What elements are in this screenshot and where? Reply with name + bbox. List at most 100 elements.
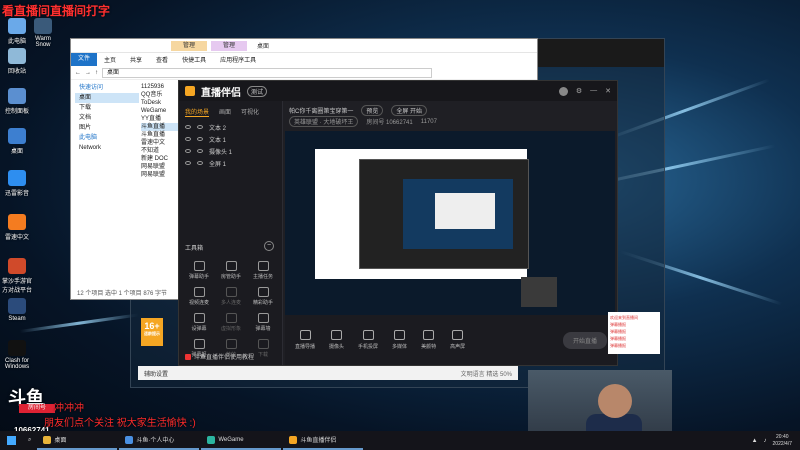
tool-item[interactable]: 弹幕墙 <box>247 313 279 332</box>
manage-tab[interactable]: 管理 <box>171 40 208 51</box>
scene-tab[interactable]: 我的场景 <box>185 107 210 117</box>
tool-item[interactable]: 视频连麦 <box>183 287 215 306</box>
volume-icon[interactable]: ♪ <box>764 438 767 444</box>
ribbon-tab[interactable]: 文件 <box>71 53 98 66</box>
preview-button[interactable]: 预览 <box>361 105 384 116</box>
tool-icon <box>257 339 269 349</box>
eye-icon[interactable] <box>185 149 191 153</box>
search-icon[interactable]: ⌕ <box>22 437 37 444</box>
tool-item[interactable]: 精彩助手 <box>247 287 279 306</box>
file-item[interactable]: QQ音乐 <box>141 91 181 99</box>
collapse-icon[interactable]: − <box>264 241 274 251</box>
taskbar-item[interactable]: 桌面 <box>37 431 118 450</box>
desktop-icon[interactable]: 掌沙手游官方对战平台 <box>2 258 32 294</box>
manage-tab-2[interactable]: 管理 <box>211 40 248 51</box>
desktop-icon[interactable]: 桌面 <box>2 128 32 155</box>
ribbon-tab[interactable]: 主页 <box>97 55 123 64</box>
file-item[interactable]: 斗鱼直播 <box>141 123 181 131</box>
source-button[interactable]: 高声屏 <box>450 330 465 350</box>
source-button[interactable]: 美颜特 <box>421 330 436 350</box>
aux-settings-bar[interactable]: 辅助设置 文明语言 精选 50% <box>138 366 518 380</box>
sidebar-item[interactable]: 下载 <box>75 103 139 113</box>
sidebar-item[interactable]: Network <box>75 143 139 153</box>
tool-item[interactable]: 虚拟形象 <box>215 313 247 332</box>
sidebar-item[interactable]: 图片 <box>75 123 139 133</box>
file-item[interactable]: 网易联盟 <box>141 171 181 179</box>
up-icon[interactable]: ↑ <box>95 70 98 76</box>
desktop-icon[interactable]: Warm Snow <box>28 18 58 48</box>
file-item[interactable]: 斗鱼直播 <box>141 131 181 139</box>
avatar[interactable] <box>558 86 568 96</box>
file-item[interactable]: 网易联盟 <box>141 163 181 171</box>
taskbar-item[interactable]: 斗鱼·个人中心 <box>119 431 200 450</box>
tutorial-link[interactable]: 斗鱼直播伴侣使用教程 <box>194 352 254 361</box>
start-button[interactable] <box>0 431 22 450</box>
file-item[interactable]: 新建 DOC <box>141 155 181 163</box>
stream-preview[interactable] <box>285 131 615 317</box>
address-bar[interactable]: 桌面 <box>102 67 432 78</box>
taskbar-item[interactable]: WeGame <box>201 431 282 450</box>
desktop-icon[interactable]: 迅雷影音 <box>2 170 32 197</box>
ribbon-tab[interactable]: 应用程序工具 <box>213 55 263 64</box>
file-item[interactable]: WeGame <box>141 107 181 115</box>
tool-item[interactable]: 主播任务 <box>247 261 279 280</box>
tool-item[interactable]: 弹幕助手 <box>183 261 215 280</box>
file-item[interactable]: 不知道 <box>141 147 181 155</box>
ribbon-tab[interactable]: 查看 <box>149 55 175 64</box>
streaming-app-window[interactable]: 直播伴侣 测试 ⚙ — ✕ 我的场景 画面 可视化 文本 2 文本 1 摄像头 1 全屏 … <box>178 80 618 366</box>
sidebar-item[interactable]: 文档 <box>75 113 139 123</box>
age-rating-badge: 16+ 适龄提示 <box>141 318 163 346</box>
source-button[interactable]: 手机投屏 <box>358 330 378 350</box>
desktop-icon[interactable]: Clash for Windows <box>2 340 32 370</box>
source-label: 手机投屏 <box>358 344 379 350</box>
desktop-icon[interactable]: Steam <box>2 298 32 322</box>
taskbar-app-icon <box>207 435 216 444</box>
sidebar-item[interactable]: 快速访问 <box>75 83 139 93</box>
desktop-icon[interactable]: 雷速中文 <box>2 214 32 241</box>
forward-icon[interactable]: → <box>85 70 91 76</box>
scene-row[interactable]: 全屏 1 <box>179 157 282 169</box>
back-icon[interactable]: ← <box>75 70 81 76</box>
file-item[interactable]: 1125936 <box>141 83 181 91</box>
eye-icon[interactable] <box>185 125 191 129</box>
source-button[interactable]: 摄像头 <box>329 330 344 350</box>
source-button[interactable]: 直播导播 <box>295 330 315 350</box>
scene-row[interactable]: 摄像头 1 <box>179 145 282 157</box>
lock-icon[interactable] <box>197 125 203 129</box>
file-item[interactable]: 雷速中文 <box>141 139 181 147</box>
ribbon-tab[interactable]: 快捷工具 <box>175 55 213 64</box>
taskbar-item[interactable]: 斗鱼直播伴侣 <box>283 431 364 450</box>
scene-row[interactable]: 文本 2 <box>179 121 282 133</box>
desktop-icon[interactable]: 控制面板 <box>2 88 32 115</box>
file-item[interactable]: ToDesk <box>141 99 181 107</box>
lock-icon[interactable] <box>197 137 203 141</box>
file-item[interactable]: YY直播 <box>141 115 181 123</box>
ribbon-tab[interactable]: 共享 <box>123 55 149 64</box>
scene-tab[interactable]: 可视化 <box>241 107 259 117</box>
tool-item[interactable]: 设弹幕 <box>183 313 215 332</box>
chat-message: 冲冲冲 <box>54 403 84 414</box>
network-icon[interactable]: ▲ <box>752 438 758 444</box>
close-icon[interactable]: ✕ <box>605 87 611 96</box>
edit-button[interactable]: 全屏 开始 <box>391 105 428 116</box>
lock-icon[interactable] <box>197 149 203 153</box>
clock[interactable]: 20:40 2022/4/7 <box>773 434 792 448</box>
room-title[interactable]: 帕C你千离圈第宝穿第一 <box>289 106 353 115</box>
eye-icon[interactable] <box>185 137 191 141</box>
sidebar-item[interactable]: 桌面 <box>75 93 139 103</box>
tool-item[interactable]: 房管助手 <box>215 261 247 280</box>
scene-row[interactable]: 文本 1 <box>179 133 282 145</box>
category-label[interactable]: 英雄联盟 · 大地破坏王 <box>289 116 359 127</box>
tool-item[interactable]: 多人连麦 <box>215 287 247 306</box>
desktop-icon[interactable]: 回收站 <box>2 48 32 75</box>
eye-icon[interactable] <box>185 161 191 165</box>
source-button[interactable]: 多媒体 <box>392 330 407 350</box>
scene-tab[interactable]: 画面 <box>219 107 231 117</box>
aux-settings-label[interactable]: 辅助设置 <box>144 369 168 378</box>
minimize-icon[interactable]: — <box>590 87 597 96</box>
source-label: 直播导播 <box>295 344 316 350</box>
settings-icon[interactable]: ⚙ <box>576 87 582 96</box>
go-live-button[interactable]: 开始直播 <box>562 331 607 349</box>
lock-icon[interactable] <box>197 161 203 165</box>
sidebar-item[interactable]: 此电脑 <box>75 133 139 143</box>
